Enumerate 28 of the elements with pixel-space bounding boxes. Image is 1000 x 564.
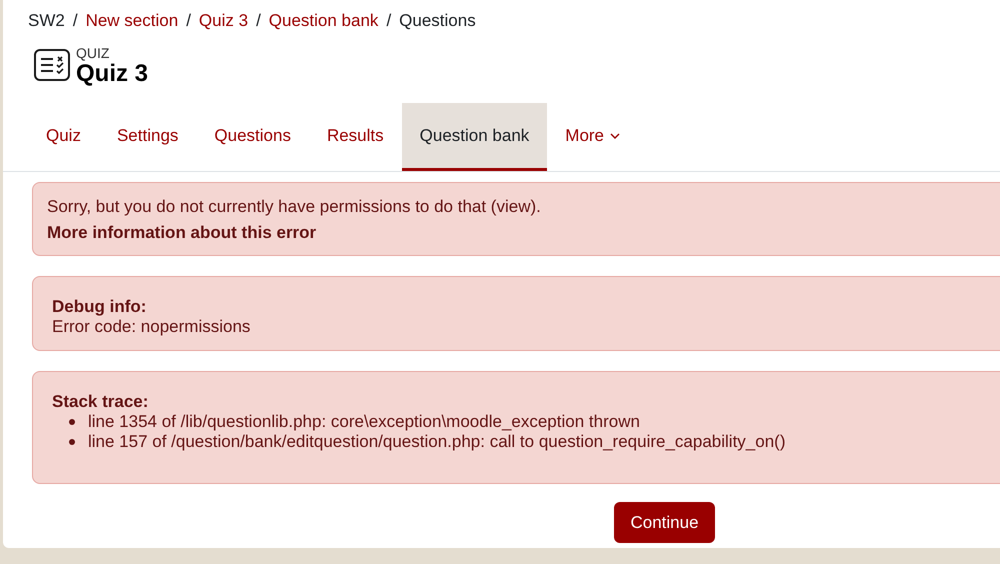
activity-type-label: QUIZ [76, 45, 110, 61]
breadcrumb-item: SW2 [28, 11, 65, 31]
breadcrumb-separator: / [72, 11, 78, 31]
breadcrumb-separator: / [386, 11, 392, 31]
bullet-icon [69, 439, 75, 445]
stack-trace-line: line 1354 of /lib/questionlib.php: core\exception\moodle_exception thrown [88, 412, 640, 432]
nav-tab[interactable]: More [547, 103, 638, 171]
debug-heading: Debug info: [52, 297, 148, 317]
quiz-icon [34, 49, 70, 81]
nav-tab[interactable]: Settings [98, 103, 196, 171]
more-info-link[interactable]: More information about this error [47, 223, 316, 243]
nav-tab[interactable]: Results [308, 103, 402, 171]
stack-trace-line: line 157 of /question/bank/editquestion/question.php: call to question_require_capability_on() [88, 432, 786, 452]
breadcrumb-link[interactable]: Quiz 3 [198, 11, 248, 31]
breadcrumb-separator: / [186, 11, 191, 31]
bullet-icon [69, 419, 75, 425]
nav-tab[interactable]: Question bank [402, 103, 548, 171]
breadcrumb-link[interactable]: Question bank [268, 11, 378, 31]
error-message: Sorry, but you do not currently have permissions to do that (view). [47, 197, 542, 217]
nav-tab[interactable]: Questions [196, 103, 309, 171]
page-title: Quiz 3 [76, 61, 148, 87]
error-code: Error code: nopermissions [52, 317, 252, 337]
breadcrumb-link[interactable]: New section [86, 11, 178, 31]
stack-trace-heading: Stack trace: [52, 392, 150, 412]
breadcrumb-separator: / [256, 11, 261, 31]
continue-button[interactable]: Continue [614, 502, 715, 543]
nav-tab[interactable]: Quiz [28, 103, 99, 171]
breadcrumb-item: Questions [399, 11, 476, 31]
